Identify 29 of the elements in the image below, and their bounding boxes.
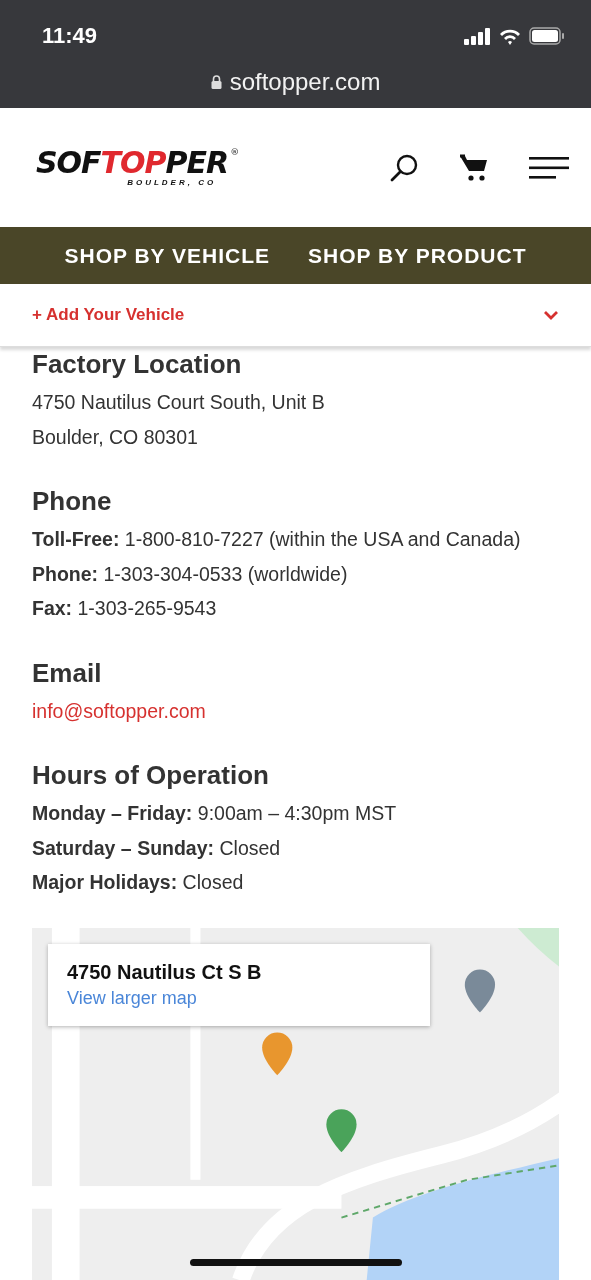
chevron-icon bbox=[543, 310, 559, 320]
info-text: Phone: 1-303-304-0533 (worldwide) bbox=[32, 561, 349, 587]
nav-link[interactable]: SHOP BY PRODUCT bbox=[308, 243, 527, 268]
section-heading: Factory Location bbox=[32, 348, 243, 381]
nav-link[interactable]: SHOP BY VEHICLE bbox=[64, 243, 271, 268]
wifi-icon bbox=[499, 27, 521, 45]
section-heading: Hours of Operation bbox=[32, 759, 270, 792]
address-bar-url[interactable]: softopper.com bbox=[229, 68, 381, 96]
info-text: Saturday – Sunday: Closed bbox=[32, 835, 282, 861]
battery-icon bbox=[529, 27, 565, 45]
section-heading: Email bbox=[32, 656, 103, 690]
section-heading: Phone bbox=[32, 485, 113, 518]
email-link[interactable]: info@softopper.com bbox=[32, 693, 206, 728]
info-text: Fax: 1-303-265-9543 bbox=[32, 596, 218, 621]
menu-icon[interactable] bbox=[529, 155, 569, 180]
logo[interactable]: SOFTOPPER® BOULDER, CO bbox=[36, 148, 239, 187]
info-text: Boulder, CO 80301 bbox=[32, 424, 199, 450]
status-time: 11:49 bbox=[42, 23, 98, 49]
lock-icon bbox=[210, 75, 222, 89]
cart-icon[interactable] bbox=[459, 153, 489, 182]
map-place-title: 4750 Nautilus Ct S B bbox=[67, 960, 263, 984]
info-text: Monday – Friday: 9:00am – 4:30pm MST bbox=[32, 801, 398, 826]
signal-icon bbox=[464, 27, 491, 45]
info-text: Toll-Free: 1-800-810-7227 (within the USA and Canada) bbox=[32, 527, 522, 552]
info-text: Major Holidays: Closed bbox=[32, 870, 245, 895]
larger-map-link[interactable]: View larger map bbox=[67, 987, 197, 1009]
add-vehicle-dropdown[interactable]: + Add Your Vehicle bbox=[0, 284, 591, 347]
search-icon[interactable] bbox=[389, 152, 419, 183]
info-text: 4750 Nautilus Court South, Unit B bbox=[32, 390, 326, 415]
